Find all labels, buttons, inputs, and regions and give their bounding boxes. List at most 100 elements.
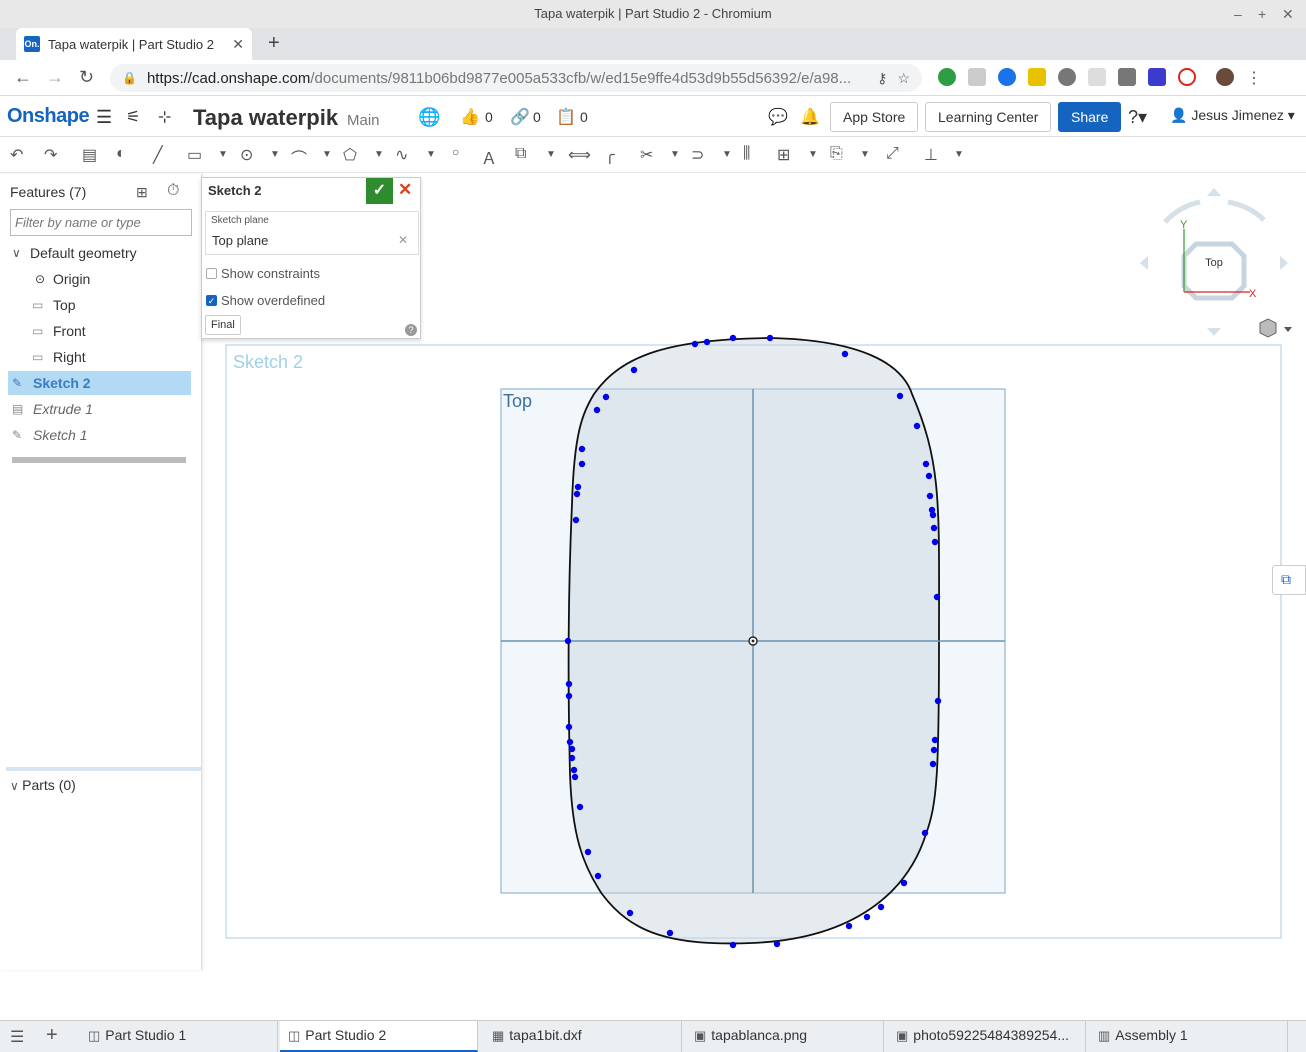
sketch-point[interactable] — [729, 941, 737, 949]
tree-right-plane[interactable]: ▭ Right — [0, 345, 190, 369]
offset-dropdown-icon[interactable]: ▼ — [722, 149, 732, 160]
back-icon[interactable]: ← — [14, 67, 32, 88]
cancel-x-icon[interactable]: ✕ — [398, 180, 412, 200]
spline-tool-icon[interactable]: ∿ — [395, 145, 408, 165]
pattern-tool-icon[interactable]: ⊞ — [777, 145, 790, 165]
tab-part-studio-2[interactable]: ◫ Part Studio 2 — [280, 1021, 478, 1052]
sketch-point[interactable] — [565, 723, 573, 731]
rectangle-tool-icon[interactable]: ▭ — [187, 145, 202, 165]
rectangle-dropdown-icon[interactable]: ▼ — [218, 149, 228, 160]
sketch-point[interactable] — [926, 492, 934, 500]
rotate-left-small-arrow-icon[interactable] — [1140, 256, 1148, 270]
sketch-point[interactable] — [931, 736, 939, 744]
sketch-point[interactable] — [573, 490, 581, 498]
sketch-point[interactable] — [934, 697, 942, 705]
dimension-tool-icon[interactable]: ⟺ — [568, 145, 591, 165]
sketch-point[interactable] — [933, 593, 941, 601]
share-button[interactable]: Share — [1058, 102, 1122, 132]
sketch-point[interactable] — [691, 340, 699, 348]
sketch-point[interactable] — [845, 922, 853, 930]
sketch-point[interactable] — [913, 422, 921, 430]
sketch-point[interactable] — [568, 745, 576, 753]
link-icon[interactable]: 🔗 — [510, 107, 530, 127]
extension-flag-icon[interactable] — [1148, 68, 1166, 86]
address-bar[interactable]: 🔒 https://cad.onshape.com /documents/981… — [110, 64, 922, 92]
extension-mail-icon[interactable] — [1118, 68, 1136, 86]
sketch-point[interactable] — [594, 872, 602, 880]
tab-assembly-1[interactable]: ▥ Assembly 1 — [1090, 1021, 1288, 1052]
profile-avatar[interactable] — [1216, 68, 1234, 86]
polygon-tool-icon[interactable]: ⬠ — [343, 145, 357, 165]
sketch-point[interactable] — [863, 913, 871, 921]
tree-extrude-1[interactable]: ▤ Extrude 1 — [0, 397, 190, 421]
close-window-icon[interactable]: ✕ — [1282, 0, 1294, 28]
close-tab-icon[interactable]: ✕ — [232, 36, 244, 53]
show-overdefined-checkbox[interactable]: ✓ — [206, 295, 217, 306]
clear-plane-icon[interactable]: ✕ — [398, 233, 408, 247]
arc-dropdown-icon[interactable]: ▼ — [322, 149, 332, 160]
help-circle-icon[interactable]: ? — [405, 324, 417, 336]
right-panel-toggle[interactable]: ⧉ — [1272, 565, 1306, 595]
key-icon[interactable]: ⚷ — [877, 70, 887, 87]
new-tab-icon[interactable]: + — [268, 32, 280, 55]
extension-film-icon[interactable] — [1058, 68, 1076, 86]
final-button[interactable]: Final — [205, 315, 241, 335]
view-cube[interactable]: Top Y X — [1140, 188, 1288, 336]
rotate-down-arrow-icon[interactable] — [1207, 328, 1221, 336]
mirror-tool-icon[interactable]: ⫼ — [743, 145, 750, 163]
tab-part-studio-1[interactable]: ◫ Part Studio 1 — [80, 1021, 278, 1052]
import-dxf-icon[interactable]: ⎘ — [830, 145, 843, 163]
user-menu[interactable]: 👤 Jesus Jimenez ▾ — [1170, 107, 1295, 124]
extension-dropbox-icon[interactable] — [1088, 68, 1106, 86]
circle-tool-icon[interactable]: ⊙ — [240, 145, 253, 165]
pattern-dropdown-icon[interactable]: ▼ — [808, 149, 818, 160]
sketch-point[interactable] — [841, 350, 849, 358]
construction-dropdown-icon[interactable]: ▼ — [546, 149, 556, 160]
extension-block-icon[interactable] — [1178, 68, 1196, 86]
sketch-point[interactable] — [564, 637, 572, 645]
feature-filter-input[interactable] — [10, 209, 192, 236]
tree-top-plane[interactable]: ▭ Top — [0, 293, 190, 317]
parts-list-header[interactable]: ∨ Parts (0) — [10, 777, 76, 793]
like-icon[interactable]: 👍 — [460, 107, 480, 127]
offset-tool-icon[interactable]: ⊃ — [691, 145, 704, 165]
learning-center-button[interactable]: Learning Center — [925, 102, 1052, 132]
globe-icon[interactable]: 🌐 — [418, 107, 440, 128]
browser-tab[interactable]: On. Tapa waterpik | Part Studio 2 ✕ — [16, 28, 252, 60]
sketch-point[interactable] — [570, 766, 578, 774]
construction-tool-icon[interactable]: ⧉ — [515, 145, 526, 163]
browser-menu-icon[interactable]: ⋮ — [1246, 68, 1262, 88]
insert-tab-plus-icon[interactable]: + — [46, 1024, 58, 1047]
undo-icon[interactable]: ↶ — [10, 145, 23, 165]
tree-origin[interactable]: ⊙ Origin — [0, 267, 190, 291]
tree-sketch-1[interactable]: ✎ Sketch 1 — [0, 423, 190, 447]
feature-list-icon[interactable]: ▤ — [82, 145, 97, 165]
arc-tool-icon[interactable]: ⌒ — [291, 145, 307, 169]
sketch-point[interactable] — [626, 909, 634, 917]
insert-icon[interactable]: ⊹ — [158, 107, 171, 127]
rotate-right-small-arrow-icon[interactable] — [1280, 256, 1288, 270]
sketch-point[interactable] — [602, 393, 610, 401]
polygon-dropdown-icon[interactable]: ▼ — [374, 149, 384, 160]
sketch-point[interactable] — [922, 460, 930, 468]
sketch-point[interactable] — [593, 406, 601, 414]
copy-icon[interactable]: 📋 — [556, 107, 576, 127]
constraint-dropdown-icon[interactable]: ▼ — [954, 149, 964, 160]
chevron-down-icon[interactable]: ∨ — [12, 241, 21, 265]
tab-tapa1bit-dxf[interactable]: ▦ tapa1bit.dxf — [484, 1021, 682, 1052]
sketch-point[interactable] — [921, 829, 929, 837]
forward-icon[interactable]: → — [46, 67, 64, 88]
rotate-right-arrow-icon[interactable] — [1227, 199, 1266, 222]
sketch-point[interactable] — [572, 516, 580, 524]
notifications-bell-icon[interactable]: 🔔 — [800, 107, 820, 127]
tab-photo[interactable]: ▣ photo59225484389254... — [888, 1021, 1086, 1052]
sketch-point[interactable] — [773, 940, 781, 948]
sketch-plane-field[interactable]: Sketch plane Top plane ✕ — [205, 211, 419, 255]
tree-sketch-2[interactable]: ✎ Sketch 2 — [8, 371, 191, 395]
sketch-point[interactable] — [630, 366, 638, 374]
rotate-up-arrow-icon[interactable] — [1207, 188, 1221, 196]
extension-green-icon[interactable] — [938, 68, 956, 86]
line-tool-icon[interactable]: ╱ — [153, 145, 163, 165]
appearance-panel-icon[interactable]: ⧉ — [1281, 571, 1291, 588]
extension-doc-icon[interactable] — [968, 68, 986, 86]
